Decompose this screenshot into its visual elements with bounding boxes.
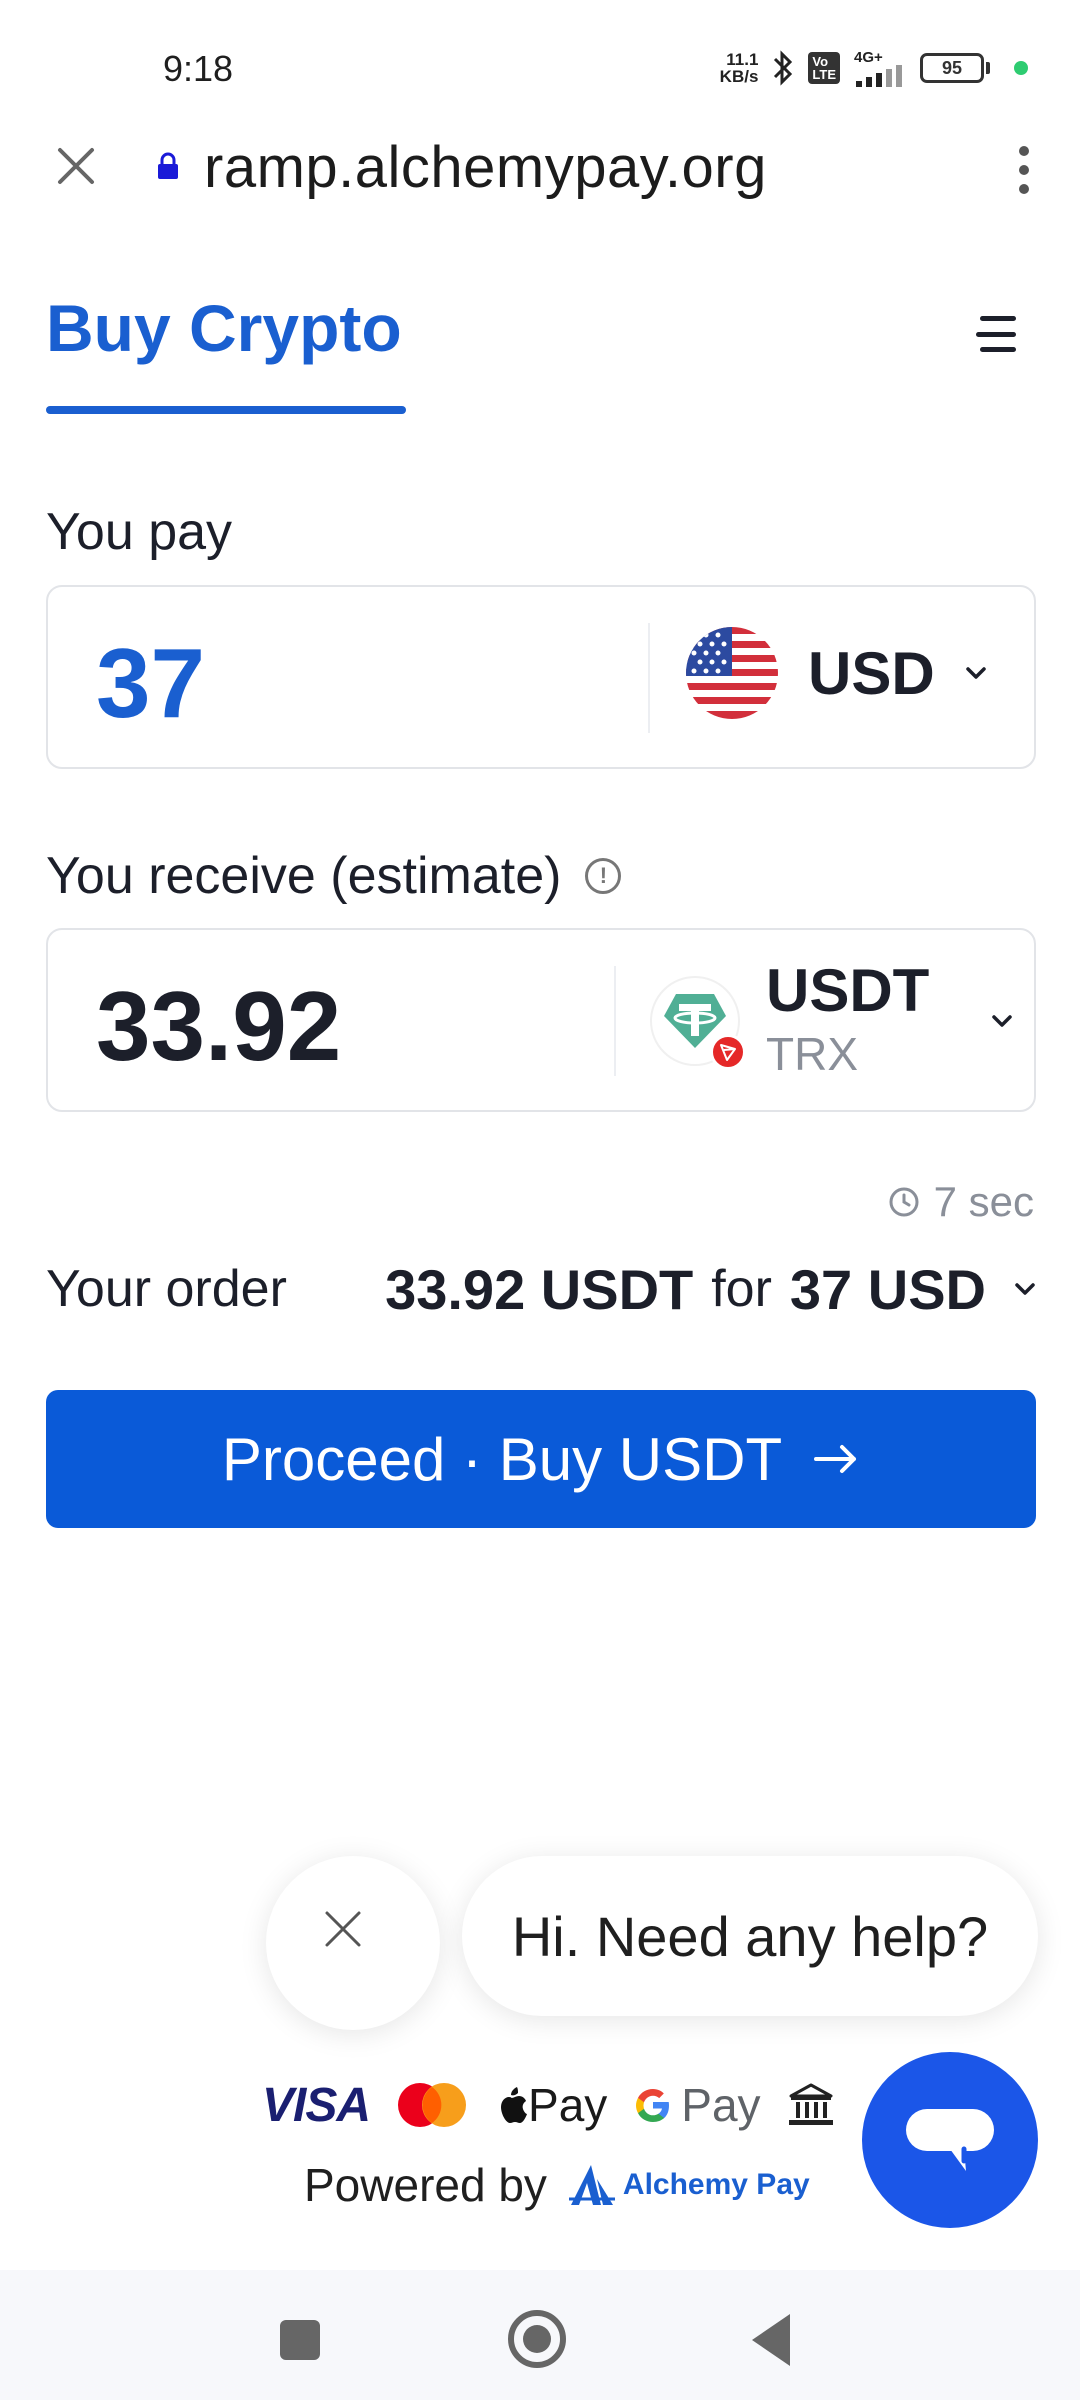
quote-timer: 7 sec: [888, 1178, 1034, 1226]
mastercard-icon: [398, 2083, 467, 2127]
chat-bubble-icon: [906, 2109, 994, 2171]
net-speed-unit: KB/s: [719, 67, 759, 86]
net-speed-value: 11.1: [726, 50, 759, 69]
order-receive-amount: 33.92 USDT: [385, 1257, 694, 1321]
receive-label-row: You receive (estimate) !: [46, 846, 622, 906]
visa-logo: VISA: [262, 2078, 371, 2132]
payment-methods: VISA Pay Pay: [262, 2070, 835, 2140]
token-name: USDT: [766, 957, 930, 1024]
order-pay-amount: 37 USD: [789, 1257, 986, 1321]
tab-buy-crypto[interactable]: Buy Crypto: [46, 290, 402, 366]
chevron-down-icon: [965, 667, 986, 679]
tron-network-icon: [710, 1034, 746, 1070]
receive-amount: 33.92: [96, 971, 342, 1081]
token-network: TRX: [766, 1028, 858, 1080]
recent-apps-icon[interactable]: [280, 2320, 320, 2360]
chat-button[interactable]: [862, 2052, 1038, 2228]
status-bar: 9:18 11.1 KB/s Vo LTE 4G+ 95: [0, 0, 1080, 120]
google-pay-logo: Pay: [633, 2078, 761, 2132]
status-icons: 11.1 KB/s Vo LTE 4G+ 95: [720, 48, 1028, 88]
receive-field: 33.92 USDT TRX: [46, 928, 1036, 1112]
bluetooth-icon: [772, 50, 794, 86]
powered-by: Powered by Alchemy Pay: [304, 2150, 810, 2220]
system-nav-bar: [0, 2270, 1080, 2400]
battery-level: 95: [920, 53, 984, 83]
order-for-word: for: [711, 1260, 772, 1318]
google-pay-text: Pay: [681, 2079, 761, 2131]
receive-label: You receive (estimate): [46, 847, 562, 905]
close-icon: [325, 1911, 361, 1947]
proceed-label: Proceed · Buy USDT: [221, 1425, 783, 1493]
volte-icon: Vo LTE: [808, 52, 840, 84]
pay-label: You pay: [46, 503, 233, 561]
help-message-bubble[interactable]: Hi. Need any help?: [462, 1856, 1038, 2016]
signal-icon: 4G+: [854, 50, 906, 87]
powered-by-text: Powered by: [304, 2159, 547, 2211]
field-divider: [648, 623, 650, 733]
currency-selector[interactable]: USD: [686, 627, 987, 719]
clock-icon: [889, 1187, 919, 1217]
proceed-button[interactable]: Proceed · Buy USDT: [46, 1390, 1036, 1528]
apple-pay-text: Pay: [528, 2079, 608, 2131]
order-label: Your order: [46, 1260, 287, 1318]
timer-text: 7 sec: [933, 1178, 1034, 1225]
info-icon[interactable]: !: [585, 858, 622, 894]
order-summary: 33.92 USDT for 37 USD: [385, 1257, 1036, 1322]
close-tab-icon[interactable]: [52, 142, 100, 190]
close-help-button[interactable]: [266, 1856, 440, 2030]
net-speed: 11.1 KB/s: [720, 51, 759, 85]
browser-url-bar: ramp.alchemypay.org: [0, 120, 1080, 220]
battery-icon: 95: [920, 53, 990, 83]
field-divider: [614, 966, 616, 1076]
apple-icon: [501, 2087, 528, 2123]
order-summary-row[interactable]: Your order 33.92 USDT for 37 USD: [46, 1254, 1036, 1324]
more-options-icon[interactable]: [1012, 140, 1036, 200]
chevron-down-icon: [1015, 1283, 1035, 1295]
pay-amount-input[interactable]: 37: [96, 627, 205, 740]
pay-currency-label: USD: [808, 639, 935, 707]
privacy-indicator-icon: [1014, 61, 1028, 75]
back-icon[interactable]: [752, 2314, 790, 2366]
token-selector[interactable]: USDT TRX: [650, 958, 1013, 1084]
alchemy-pay-name: Alchemy Pay: [622, 2168, 810, 2201]
pay-field: 37 USD: [46, 585, 1036, 769]
us-flag-icon: [686, 627, 778, 719]
tab-underline: [46, 406, 406, 414]
chevron-down-icon: [992, 1015, 1013, 1027]
network-type: 4G+: [854, 48, 883, 66]
hamburger-menu-icon[interactable]: [976, 312, 1020, 356]
token-logo: [650, 976, 746, 1070]
alchemy-pay-brand: Alchemy Pay: [567, 2163, 810, 2207]
bank-icon: [788, 2083, 833, 2125]
google-icon: [636, 2089, 670, 2122]
home-icon[interactable]: [508, 2310, 566, 2368]
alchemy-pay-logo-icon: [568, 2165, 615, 2205]
apple-pay-logo: Pay: [494, 2078, 607, 2132]
arrow-right-icon: [814, 1445, 857, 1473]
lock-icon[interactable]: [156, 152, 180, 180]
status-time: 9:18: [163, 48, 234, 89]
url-text[interactable]: ramp.alchemypay.org: [204, 134, 767, 201]
